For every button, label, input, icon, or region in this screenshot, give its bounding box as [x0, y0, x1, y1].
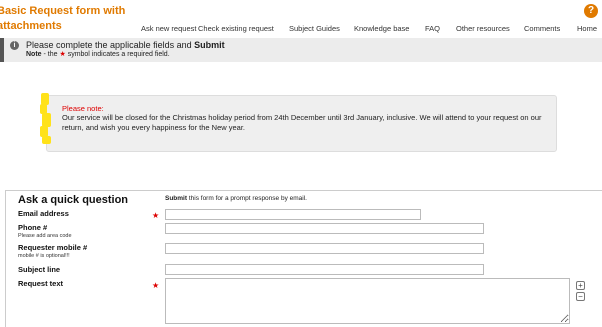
- highlight-mark: [42, 113, 51, 127]
- info-note: Note - the ★ symbol indicates a required…: [26, 50, 170, 58]
- notice-title: Please note:: [62, 104, 104, 113]
- required-star-icon: ★: [152, 281, 160, 290]
- info-message-text: Please complete the applicable fields an…: [26, 40, 195, 50]
- main-nav: Ask new request Check existing request S…: [0, 24, 602, 36]
- form-subtitle: Submit this form for a prompt response b…: [165, 195, 307, 202]
- shrink-textarea-button[interactable]: −: [576, 292, 585, 301]
- nav-subject-guides[interactable]: Subject Guides: [289, 24, 340, 33]
- form-subtitle-bold: Submit: [165, 195, 188, 202]
- mobile-hint: mobile # is optional!!!: [18, 253, 70, 259]
- form-subtitle-text: this form for a prompt response by email…: [187, 195, 307, 202]
- request-text-label: Request text: [18, 279, 64, 288]
- nav-home[interactable]: Home: [577, 24, 597, 33]
- holiday-notice: Please note: Our service will be closed …: [46, 95, 557, 152]
- phone-field[interactable]: [165, 223, 484, 234]
- form-title: Ask a quick question: [18, 194, 129, 206]
- expand-textarea-button[interactable]: +: [576, 281, 585, 290]
- email-field[interactable]: [165, 209, 421, 220]
- help-icon[interactable]: ?: [584, 4, 598, 18]
- required-star-icon: ★: [152, 211, 160, 220]
- info-note-post: symbol indicates a required field.: [65, 51, 170, 58]
- nav-comments[interactable]: Comments: [524, 24, 560, 33]
- site-header: Basic Request form with attachments ? As…: [0, 0, 602, 37]
- phone-hint: Please add area code: [18, 233, 72, 239]
- request-text-field[interactable]: [165, 278, 570, 324]
- email-label: Email address: [18, 209, 69, 218]
- nav-check-existing-request[interactable]: Check existing request: [198, 24, 274, 33]
- subject-label: Subject line: [18, 265, 61, 274]
- subject-field[interactable]: [165, 264, 484, 275]
- phone-label: Phone #: [18, 223, 48, 232]
- mobile-field[interactable]: [165, 243, 484, 254]
- info-icon: i: [10, 41, 19, 50]
- nav-knowledge-base[interactable]: Knowledge base: [354, 24, 409, 33]
- info-note-pre: - the: [41, 51, 60, 58]
- nav-other-resources[interactable]: Other resources: [456, 24, 510, 33]
- mobile-label: Requester mobile #: [18, 243, 88, 252]
- highlight-mark: [42, 136, 51, 144]
- info-message-bold: Submit: [194, 40, 225, 50]
- info-bar: i Please complete the applicable fields …: [0, 38, 602, 62]
- nav-faq[interactable]: FAQ: [425, 24, 440, 33]
- info-note-label: Note: [26, 51, 42, 58]
- page-title-line1: Basic Request form with: [0, 5, 126, 17]
- nav-ask-new-request[interactable]: Ask new request: [141, 24, 196, 33]
- info-message: Please complete the applicable fields an…: [26, 40, 225, 50]
- notice-text: Our service will be closed for the Chris…: [62, 113, 542, 132]
- quick-question-form: Ask a quick question Submit this form fo…: [5, 190, 602, 327]
